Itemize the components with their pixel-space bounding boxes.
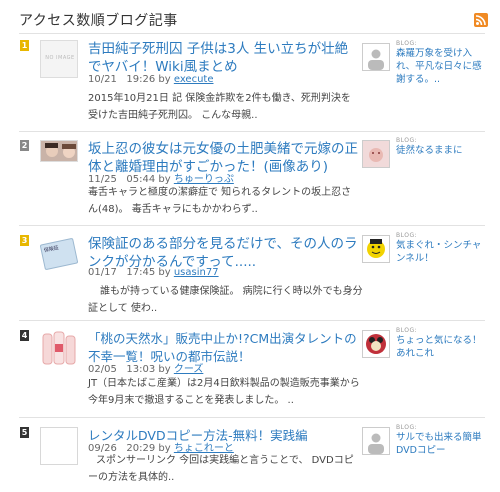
ranking-header: アクセス数順ブログ記事	[0, 0, 500, 34]
entry-meta: 01/17 17:45 by usasin77	[88, 267, 219, 278]
blog-name-link[interactable]: 森羅万象を受け入れ、平凡な日々に感謝する。..	[396, 47, 490, 86]
blog-name-link[interactable]: 気まぐれ・シンチャンネル！	[396, 239, 490, 265]
author-link[interactable]: execute	[174, 74, 214, 85]
blog-label: BLOG:	[396, 424, 418, 431]
blog-label: BLOG:	[396, 232, 418, 239]
divider	[19, 225, 485, 226]
rank-badge: 3	[20, 235, 29, 246]
author-link[interactable]: クーズ	[174, 364, 204, 375]
rank-badge: 5	[20, 427, 29, 438]
entry-thumbnail[interactable]: NO IMAGE	[40, 40, 78, 78]
entry-time: 13:03	[126, 364, 156, 375]
entry-date: 10/21	[88, 74, 117, 85]
by-label: by	[158, 74, 171, 85]
divider	[19, 320, 485, 321]
no-image-placeholder: NO IMAGE	[45, 55, 75, 61]
entry-excerpt: 2015年10月21日 記 保険金詐欺を2件も働き、死刑判決を受けた吉田純子死刑…	[88, 93, 351, 121]
divider	[19, 417, 485, 418]
entry-thumbnail[interactable]	[40, 330, 78, 368]
rss-icon[interactable]	[474, 13, 488, 27]
entry-title-link[interactable]: 吉田純子死刑囚 子供は3人 生い立ちが壮絶でヤバイ！Wiki風まとめ	[88, 40, 360, 76]
blog-label: BLOG:	[396, 137, 418, 144]
entry-meta: 10/21 19:26 by execute	[88, 74, 214, 85]
blog-label: BLOG:	[396, 327, 418, 334]
blog-name-link[interactable]: 徒然なるままに	[396, 144, 490, 157]
entry-time: 19:26	[126, 74, 156, 85]
entry-meta: 02/05 13:03 by クーズ	[88, 360, 203, 375]
insurance-card-image: 保険証	[40, 237, 78, 271]
blog-name-link[interactable]: ちょっと気になる！あれこれ	[396, 334, 490, 360]
by-label: by	[158, 364, 171, 375]
entry-title-link[interactable]: 保険証のある部分を見るだけで、その人のランクが分かるんですって.....	[88, 235, 360, 271]
entry-date: 01/17	[88, 267, 117, 278]
rank-badge: 1	[20, 40, 29, 51]
divider	[19, 131, 485, 132]
by-label: by	[158, 267, 171, 278]
section-title: アクセス数順ブログ記事	[19, 13, 178, 29]
author-link[interactable]: usasin77	[174, 267, 219, 278]
entry-time: 17:45	[126, 267, 156, 278]
entry-excerpt: スポンサーリンク 今回は実践編と言うことで、 DVDコピーの方法を具体的..	[88, 455, 354, 483]
rank-badge: 4	[20, 330, 29, 341]
blog-avatar[interactable]	[362, 140, 390, 168]
entry-excerpt: JT（日本たばこ産業）は2月4日飲料製品の製造販売事業から今年9月末で撤退するこ…	[88, 378, 360, 406]
blog-avatar[interactable]	[362, 43, 390, 71]
entry-meta: 11/25 05:44 by ちゅーりっぷ	[88, 170, 234, 185]
card-label: 保険証	[43, 244, 60, 254]
blog-avatar[interactable]	[362, 330, 390, 358]
entry-thumbnail[interactable]	[40, 427, 78, 465]
entry-excerpt: 毒舌キャラと極度の潔癖症で 知られるタレントの坂上忍さん(48)。 毒舌キャラに…	[88, 187, 352, 215]
rank-badge: 2	[20, 140, 29, 151]
blog-avatar[interactable]	[362, 235, 390, 263]
entry-thumbnail[interactable]: 保険証	[40, 235, 78, 273]
entry-thumbnail[interactable]	[40, 140, 78, 162]
entry-date: 02/05	[88, 364, 117, 375]
blog-name-link[interactable]: サルでも出来る簡単DVDコピー	[396, 431, 490, 457]
divider	[19, 33, 485, 34]
blog-avatar[interactable]	[362, 427, 390, 455]
entry-excerpt: 誰もが持っている健康保険証。 病院に行く時以外でも身分証として 使わ..	[88, 286, 363, 314]
blog-label: BLOG:	[396, 40, 418, 47]
